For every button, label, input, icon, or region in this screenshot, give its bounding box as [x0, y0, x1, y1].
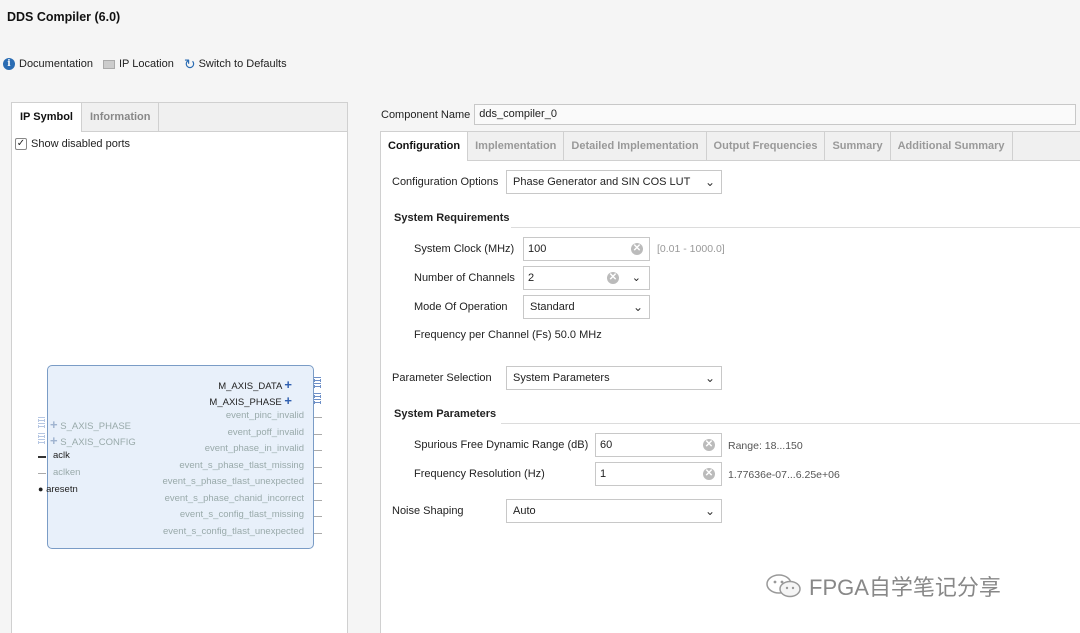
- pin-line: [314, 467, 322, 468]
- number-of-channels-select[interactable]: 2 ✕ ⌄: [523, 266, 650, 290]
- pin-line: [38, 473, 46, 474]
- component-name-row: Component Name dds_compiler_0: [381, 104, 1077, 125]
- parameter-selection-label: Parameter Selection: [392, 372, 492, 384]
- chevron-down-icon: ⌄: [704, 504, 715, 518]
- sfdr-input[interactable]: 60 ✕: [595, 433, 722, 457]
- pin-line: [314, 483, 322, 484]
- port-event-poff-invalid: event_poff_invalid: [227, 427, 304, 438]
- port-aclken: aclken: [53, 467, 81, 478]
- component-name-input[interactable]: dds_compiler_0: [474, 104, 1077, 125]
- wechat-logo-icon: [766, 574, 801, 598]
- port-event-pinc-invalid: event_pinc_invalid: [225, 410, 304, 421]
- pin-line: [314, 516, 322, 517]
- tab-detailed-implementation[interactable]: Detailed Implementation: [564, 132, 707, 160]
- chevron-down-icon: ⌄: [632, 300, 643, 314]
- tab-output-frequencies[interactable]: Output Frequencies: [707, 132, 826, 160]
- folder-icon: [103, 59, 115, 69]
- tab-additional-summary[interactable]: Additional Summary: [891, 132, 1013, 160]
- pin-line: [314, 450, 322, 451]
- port-aresetn: ● aresetn: [38, 484, 78, 495]
- pin-line: [314, 434, 322, 435]
- configuration-panel: Configuration Implementation Detailed Im…: [380, 131, 1080, 633]
- system-clock-input[interactable]: 100 ✕: [523, 237, 650, 261]
- sfdr-range: Range: 18...150: [728, 440, 803, 452]
- system-parameters-heading: System Parameters: [394, 408, 497, 420]
- watermark-text: FPGA自学笔记分享: [809, 575, 1001, 600]
- toolbar: i Documentation IP Location ↻ Switch to …: [3, 56, 297, 72]
- system-clock-label: System Clock (MHz): [414, 243, 515, 255]
- checkmark-icon: ✓: [15, 138, 27, 150]
- tab-configuration[interactable]: Configuration: [381, 132, 469, 161]
- frequency-resolution-label: Frequency Resolution (Hz): [414, 468, 545, 480]
- frequency-resolution-range: 1.77636e-07...6.25e+06: [728, 469, 840, 481]
- port-event-s-config-tlast-unexpected: event_s_config_tlast_unexpected: [162, 526, 304, 537]
- parameter-selection-select[interactable]: System Parameters ⌄: [506, 366, 722, 390]
- show-disabled-ports-label: Show disabled ports: [31, 138, 131, 150]
- clear-icon: ✕: [703, 468, 715, 480]
- divider: [511, 227, 1080, 228]
- frequency-resolution-input[interactable]: 1 ✕: [595, 462, 722, 486]
- system-clock-range: [0.01 - 1000.0]: [657, 243, 725, 255]
- mode-of-operation-select[interactable]: Standard ⌄: [523, 295, 650, 319]
- bus-icon: [314, 377, 321, 388]
- port-event-s-phase-tlast-missing: event_s_phase_tlast_missing: [179, 460, 304, 471]
- system-requirements-heading: System Requirements: [394, 212, 510, 224]
- ip-location-button[interactable]: IP Location: [103, 58, 174, 70]
- port-event-s-config-tlast-missing: event_s_config_tlast_missing: [179, 509, 304, 520]
- pin-line: [314, 533, 322, 534]
- sfdr-label: Spurious Free Dynamic Range (dB): [414, 439, 589, 451]
- show-disabled-ports-checkbox[interactable]: ✓ Show disabled ports: [15, 138, 130, 150]
- config-tab-bar: Configuration Implementation Detailed Im…: [381, 132, 1080, 161]
- port-event-s-phase-chanid-incorrect: event_s_phase_chanid_incorrect: [164, 493, 304, 504]
- chevron-down-icon: ⌄: [704, 175, 715, 189]
- port-event-s-phase-tlast-unexpected: event_s_phase_tlast_unexpected: [162, 476, 304, 487]
- divider: [501, 423, 1080, 424]
- chevron-down-icon: ⌄: [704, 371, 715, 385]
- clear-icon: ✕: [631, 243, 643, 255]
- pin-line: [314, 417, 322, 418]
- documentation-button[interactable]: i Documentation: [3, 58, 93, 70]
- window-title: DDS Compiler (6.0): [7, 10, 121, 24]
- noise-shaping-select[interactable]: Auto ⌄: [506, 499, 722, 523]
- tab-information[interactable]: Information: [82, 103, 160, 131]
- clear-icon: ✕: [703, 439, 715, 451]
- clear-icon: ✕: [607, 272, 619, 284]
- port-s-axis-phase[interactable]: + S_AXIS_PHASE: [50, 417, 131, 432]
- watermark: FPGA自学笔记分享: [765, 570, 1001, 602]
- frequency-per-channel-text: Frequency per Channel (Fs) 50.0 MHz: [414, 329, 602, 341]
- component-name-label: Component Name: [381, 108, 471, 121]
- port-aclk: aclk: [53, 450, 70, 461]
- bus-icon: [38, 433, 45, 444]
- port-m-axis-data[interactable]: M_AXIS_DATA +: [218, 377, 292, 392]
- tab-implementation[interactable]: Implementation: [468, 132, 565, 160]
- switch-to-defaults-button[interactable]: ↻ Switch to Defaults: [184, 57, 287, 71]
- bus-icon: [38, 417, 45, 428]
- pin-line: [38, 456, 46, 458]
- chevron-down-icon: ⌄: [631, 272, 641, 284]
- ip-symbol-panel: IP Symbol Information ✓ Show disabled po…: [11, 102, 348, 633]
- noise-shaping-label: Noise Shaping: [392, 505, 464, 517]
- info-icon: i: [3, 58, 15, 70]
- mode-of-operation-label: Mode Of Operation: [414, 301, 508, 313]
- tab-summary[interactable]: Summary: [825, 132, 891, 160]
- port-m-axis-phase[interactable]: M_AXIS_PHASE +: [209, 393, 292, 408]
- configuration-options-label: Configuration Options: [392, 176, 499, 188]
- pin-line: [314, 500, 322, 501]
- refresh-icon: ↻: [183, 56, 196, 72]
- port-s-axis-config[interactable]: + S_AXIS_CONFIG: [50, 433, 136, 448]
- port-event-phase-in-invalid: event_phase_in_invalid: [204, 443, 304, 454]
- left-tab-bar: IP Symbol Information: [12, 103, 347, 132]
- configuration-options-select[interactable]: Phase Generator and SIN COS LUT ⌄: [506, 170, 722, 194]
- number-of-channels-label: Number of Channels: [414, 272, 515, 284]
- bus-icon: [314, 393, 321, 404]
- tab-ip-symbol[interactable]: IP Symbol: [12, 103, 82, 132]
